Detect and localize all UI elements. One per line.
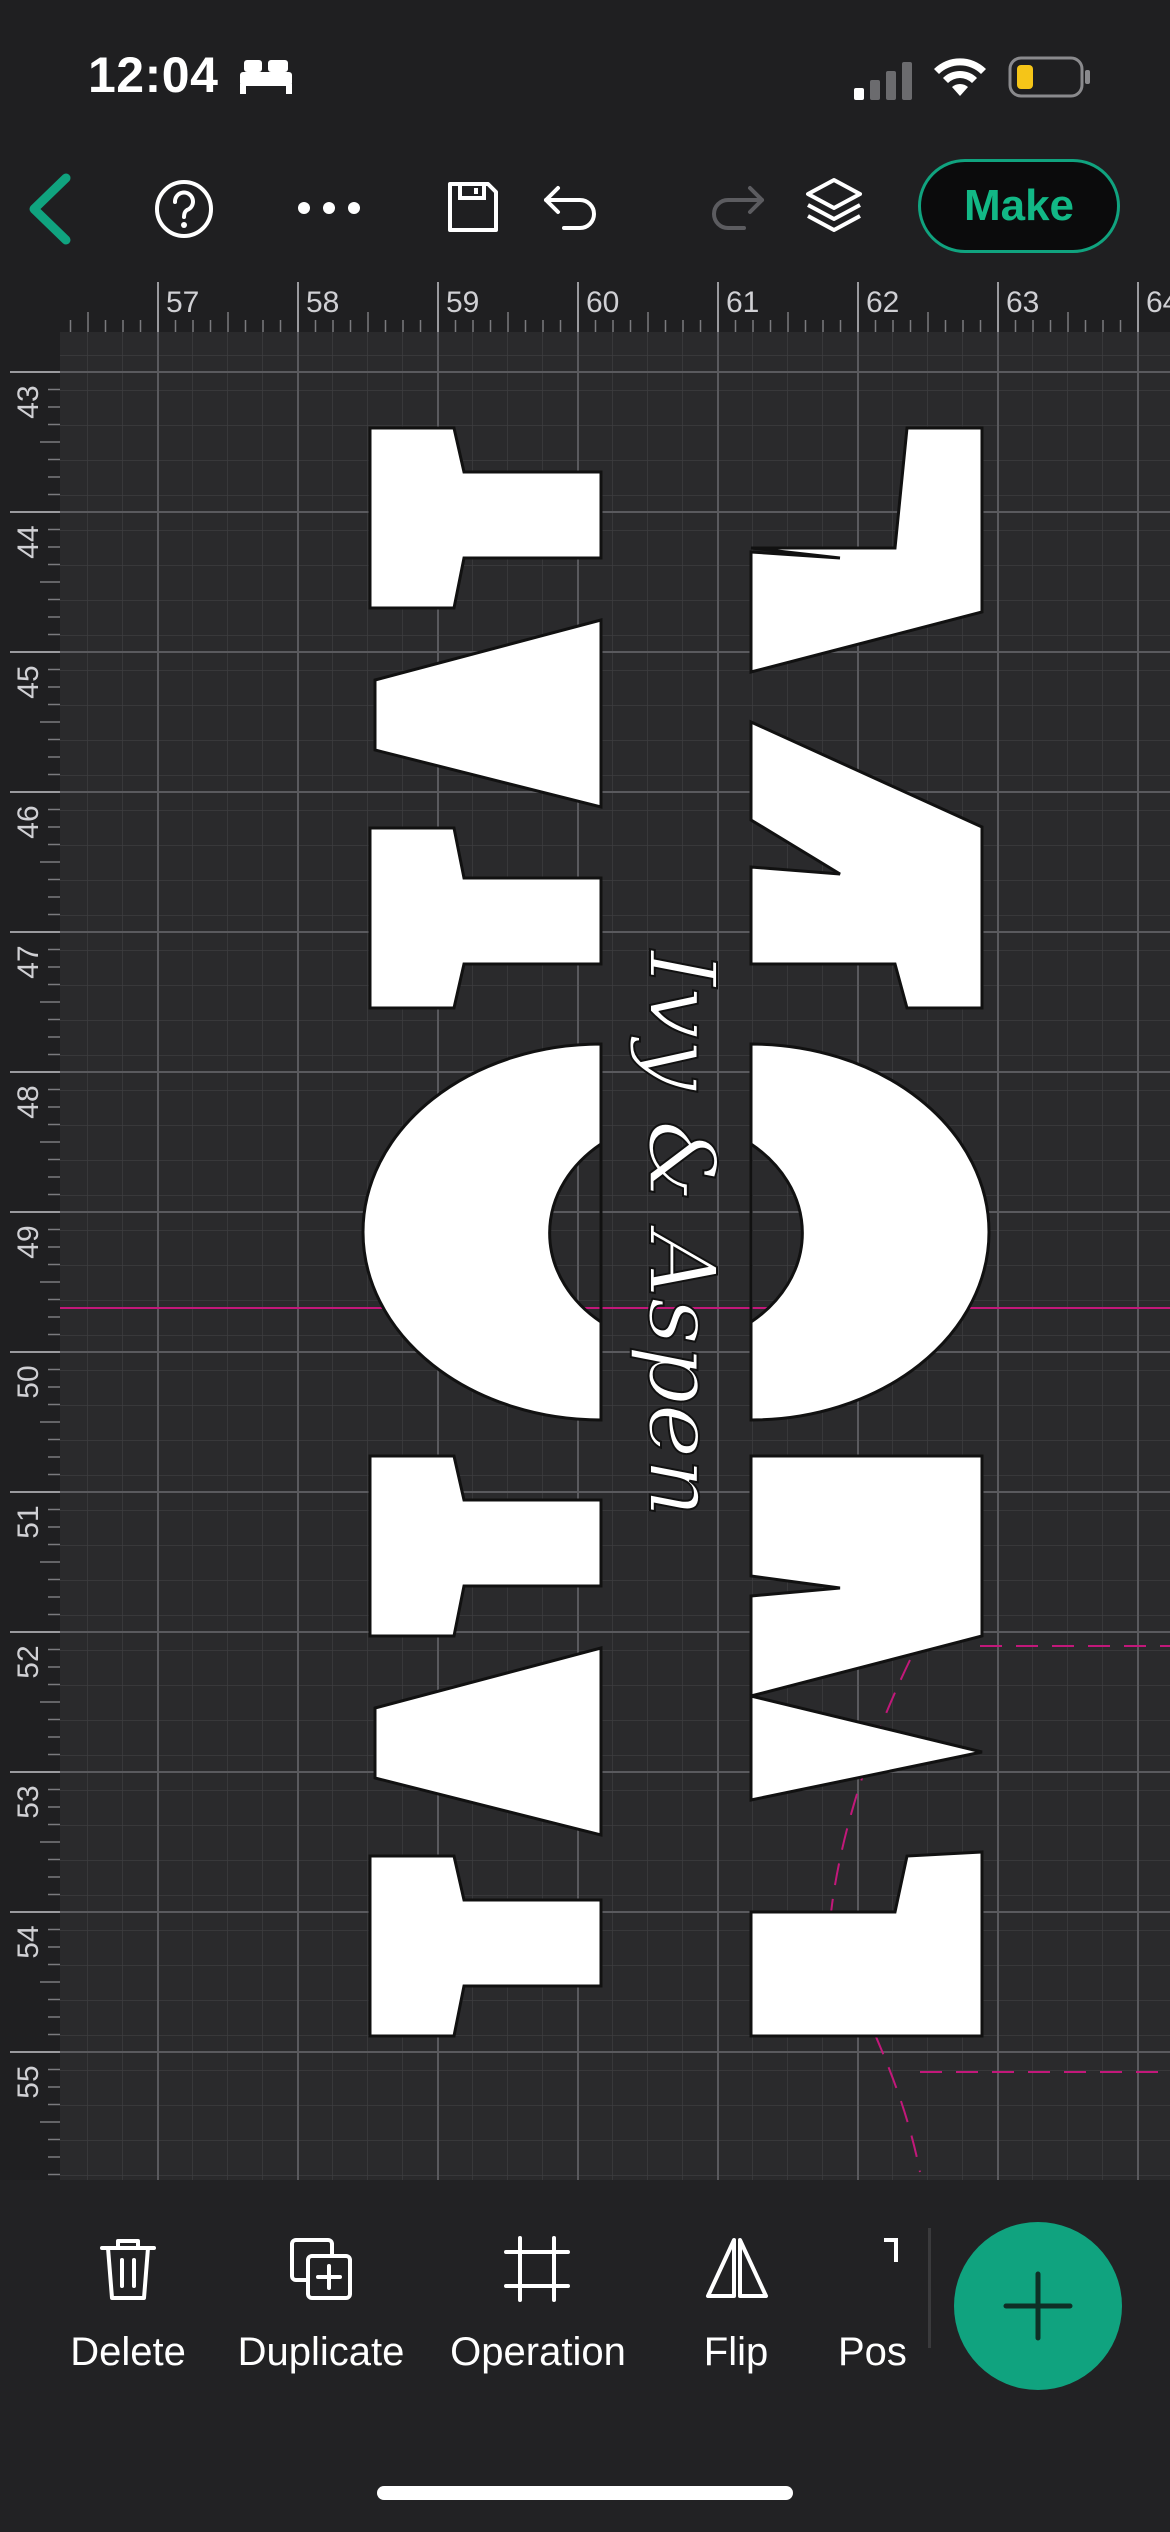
- battery-icon: [1008, 56, 1090, 98]
- bottom-action-bar: Delete Duplicate Operation Flip Pos: [0, 2180, 1170, 2532]
- flip-label: Flip: [703, 2330, 769, 2374]
- left-ruler-label: 52: [12, 1645, 45, 1678]
- plus-icon: [1003, 2271, 1073, 2341]
- top-ruler-label: 63: [1006, 286, 1039, 319]
- left-ruler-label: 53: [12, 1785, 45, 1818]
- redo-icon[interactable]: [706, 182, 768, 232]
- home-indicator: [377, 2486, 793, 2500]
- top-ruler-label: 61: [726, 286, 759, 319]
- delete-label: Delete: [70, 2330, 186, 2374]
- top-ruler-label: 59: [446, 286, 479, 319]
- back-chevron-icon[interactable]: [22, 172, 76, 246]
- operation-button[interactable]: Operation: [438, 2180, 638, 2420]
- add-button[interactable]: [954, 2222, 1122, 2390]
- left-ruler-label: 43: [12, 385, 45, 418]
- status-time: 12:04: [88, 47, 219, 103]
- trash-icon: [100, 2239, 156, 2300]
- left-ruler-label: 51: [12, 1505, 45, 1538]
- left-ruler-label: 46: [12, 805, 45, 838]
- signal-icon: [854, 62, 912, 100]
- status-bar: 12:04: [0, 0, 1170, 150]
- design-canvas[interactable]: Ivy & Aspen 57 58 59 60 61 62 63 64 43 44 45 46 47 4…: [0, 272, 1170, 2180]
- top-ruler-label: 60: [586, 286, 619, 319]
- more-icon[interactable]: [296, 200, 362, 216]
- position-label: Pos: [838, 2330, 907, 2374]
- left-ruler-label: 55: [12, 2065, 45, 2098]
- duplicate-label: Duplicate: [237, 2330, 405, 2374]
- flip-button[interactable]: Flip: [676, 2180, 796, 2420]
- top-ruler-label: 57: [166, 286, 199, 319]
- left-ruler-label: 45: [12, 665, 45, 698]
- flip-icon: [706, 2238, 768, 2298]
- operation-icon: [504, 2236, 570, 2302]
- left-ruler-label: 50: [12, 1365, 45, 1398]
- top-ruler-label: 64: [1146, 286, 1170, 319]
- left-ruler-label: 47: [12, 945, 45, 978]
- operation-label: Operation: [450, 2330, 626, 2374]
- duplicate-button[interactable]: Duplicate: [226, 2180, 416, 2420]
- top-ruler-label: 58: [306, 286, 339, 319]
- top-ruler-label: 62: [866, 286, 899, 319]
- delete-button[interactable]: Delete: [48, 2180, 208, 2420]
- canvas-svg[interactable]: Ivy & Aspen 57 58 59 60 61 62 63 64 43 44 45 46 47 4…: [0, 272, 1170, 2180]
- left-ruler-label: 48: [12, 1085, 45, 1118]
- save-icon[interactable]: [446, 180, 500, 234]
- position-button[interactable]: Pos: [830, 2180, 922, 2420]
- left-ruler-label: 49: [12, 1225, 45, 1258]
- script-text[interactable]: Ivy & Aspen: [627, 948, 736, 1519]
- left-ruler-label: 54: [12, 1925, 45, 1958]
- position-icon: [884, 2238, 898, 2262]
- bed-icon: [240, 60, 292, 94]
- wifi-icon: [934, 58, 986, 96]
- toolbar-divider: [928, 2228, 931, 2348]
- undo-icon[interactable]: [540, 182, 602, 232]
- layers-icon[interactable]: [802, 174, 866, 238]
- left-ruler-label: 44: [12, 525, 45, 558]
- help-icon[interactable]: [153, 178, 215, 240]
- make-button[interactable]: Make: [918, 159, 1120, 253]
- duplicate-icon: [290, 2238, 352, 2300]
